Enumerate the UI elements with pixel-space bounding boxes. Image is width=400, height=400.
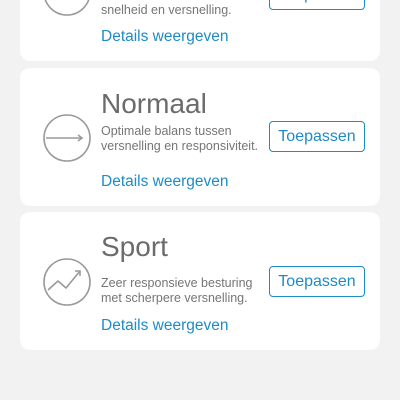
zigzag-arrow-circle-icon <box>43 258 91 306</box>
arrow-right-circle-icon <box>43 114 91 162</box>
mode-title: Sport <box>101 231 168 262</box>
details-link[interactable]: Details weergeven <box>101 173 229 191</box>
mode-card-eco: snelheid en versnelling. Details weergev… <box>20 0 380 61</box>
circle-icon <box>44 0 90 16</box>
mode-card-normaal: Normaal Optimale balans tussen versnelli… <box>20 68 380 206</box>
details-link[interactable]: Details weergeven <box>101 317 229 335</box>
mode-title: Normaal <box>101 88 207 119</box>
mode-description: snelheid en versnelling. <box>101 3 232 17</box>
apply-button[interactable]: Toepassen <box>269 0 365 10</box>
mode-description: Optimale balans tussen versnelling en re… <box>101 124 259 153</box>
details-link[interactable]: Details weergeven <box>101 28 229 46</box>
drive-mode-screen: snelheid en versnelling. Details weergev… <box>0 0 400 400</box>
mode-card-sport: Sport Zeer responsieve besturing met sch… <box>20 212 380 350</box>
apply-button[interactable]: Toepassen <box>269 266 365 297</box>
apply-button[interactable]: Toepassen <box>269 121 365 152</box>
mode-description: Zeer responsieve besturing met scherpere… <box>101 276 253 305</box>
